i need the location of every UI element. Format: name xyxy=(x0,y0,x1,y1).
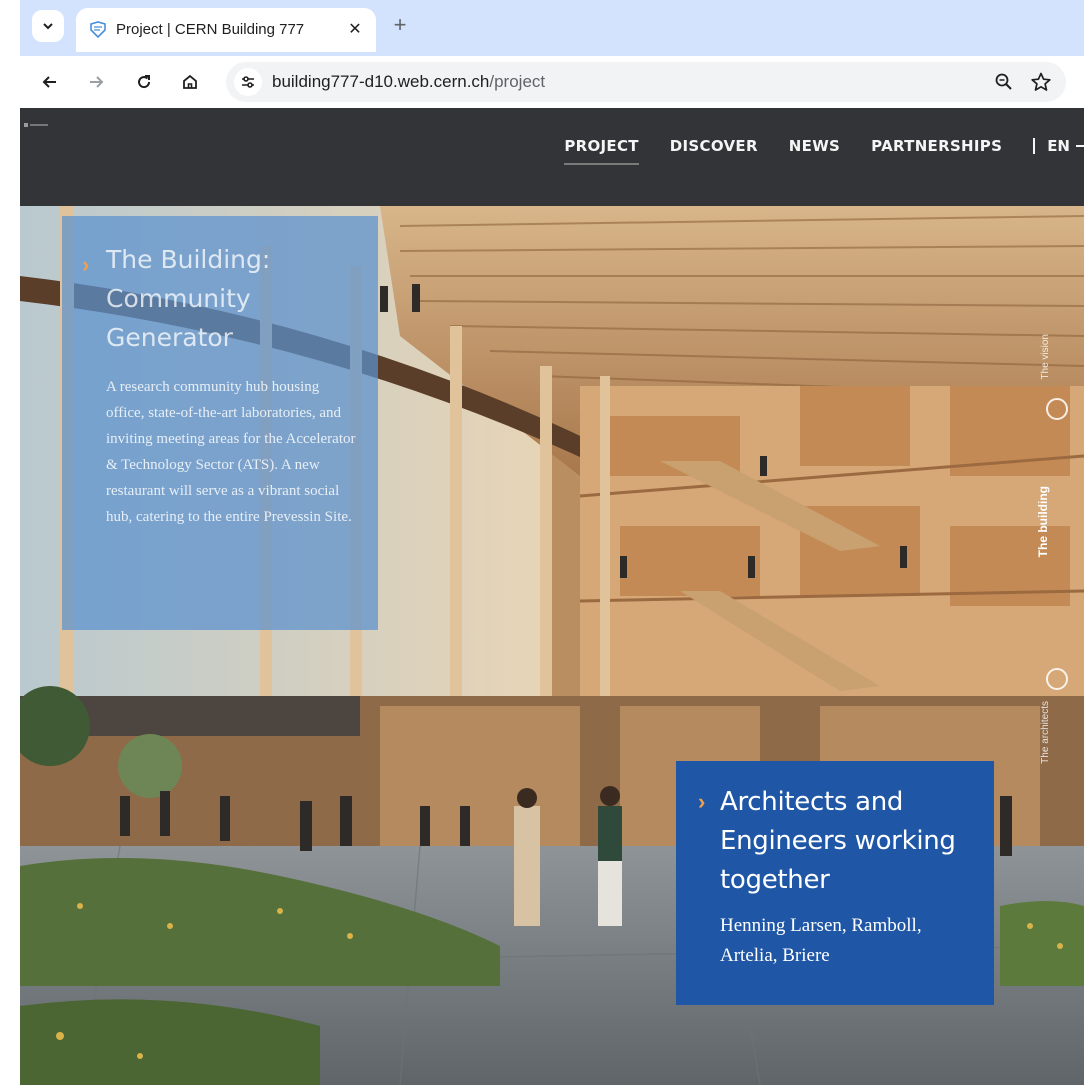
site-info-button[interactable] xyxy=(234,68,262,96)
side-label-vision[interactable]: The vision xyxy=(1040,334,1051,380)
zoom-icon[interactable] xyxy=(994,72,1014,92)
url-host: building777-d10.web.cern.ch xyxy=(272,72,490,91)
site-header: PROJECT DISCOVER NEWS PARTNERSHIPS EN xyxy=(20,108,1084,206)
architects-description: Henning Larsen, Ramboll, Artelia, Briere xyxy=(720,915,922,966)
side-label-architects[interactable]: The architects xyxy=(1040,701,1051,764)
nav-discover[interactable]: DISCOVER xyxy=(670,137,758,155)
arrow-right-icon xyxy=(90,76,104,88)
side-label-building[interactable]: The building xyxy=(1036,486,1050,557)
chevron-down-icon xyxy=(43,23,53,30)
nav-divider xyxy=(1033,138,1036,154)
tab-title: Project | CERN Building 777 xyxy=(116,21,305,38)
language-selector[interactable]: EN xyxy=(1047,137,1070,155)
nav-partnerships[interactable]: PARTNERSHIPS xyxy=(871,137,1002,155)
main-nav: PROJECT DISCOVER NEWS PARTNERSHIPS EN xyxy=(564,134,1084,165)
reload-icon xyxy=(138,75,151,89)
nav-project[interactable]: PROJECT xyxy=(564,137,640,165)
home-button[interactable] xyxy=(176,68,204,96)
language-caret-icon xyxy=(1076,145,1084,147)
browser-tab-bar: Project | CERN Building 777 ✕ + xyxy=(20,0,1084,56)
url-path: /project xyxy=(489,72,546,91)
nav-news[interactable]: NEWS xyxy=(789,137,840,155)
favicon-icon xyxy=(90,21,106,39)
chevron-right-icon: › xyxy=(82,252,90,277)
address-bar[interactable]: building777-d10.web.cern.ch/project xyxy=(226,62,1066,102)
building-intro-title: The Building: Community Generator xyxy=(106,245,271,352)
home-icon xyxy=(183,74,197,89)
bookmark-star-icon[interactable] xyxy=(1030,71,1052,93)
url-text: building777-d10.web.cern.ch/project xyxy=(272,72,545,92)
building-intro-panel[interactable]: › The Building: Community Generator A re… xyxy=(62,216,378,630)
hero-section: › The Building: Community Generator A re… xyxy=(20,206,1084,1085)
site-logo[interactable] xyxy=(24,122,48,128)
vision-icon[interactable] xyxy=(1046,398,1068,420)
forward-button[interactable] xyxy=(82,68,110,96)
architects-title: Architects and Engineers working togethe… xyxy=(720,787,956,895)
browser-toolbar: building777-d10.web.cern.ch/project xyxy=(20,56,1084,108)
architects-panel[interactable]: › Architects and Engineers working toget… xyxy=(676,761,994,1005)
building-intro-description: A research community hub housing office,… xyxy=(106,379,356,525)
tune-icon xyxy=(242,76,254,88)
new-tab-button[interactable]: + xyxy=(388,12,412,37)
window-edge xyxy=(0,0,20,1085)
chevron-right-icon: › xyxy=(698,789,706,814)
tab-search-button[interactable] xyxy=(32,10,64,42)
close-icon[interactable]: ✕ xyxy=(344,18,366,40)
architects-icon[interactable] xyxy=(1046,668,1068,690)
back-button[interactable] xyxy=(36,68,64,96)
browser-tab-active[interactable]: Project | CERN Building 777 ✕ xyxy=(76,8,376,52)
reload-button[interactable] xyxy=(130,68,158,96)
arrow-left-icon xyxy=(42,76,56,88)
